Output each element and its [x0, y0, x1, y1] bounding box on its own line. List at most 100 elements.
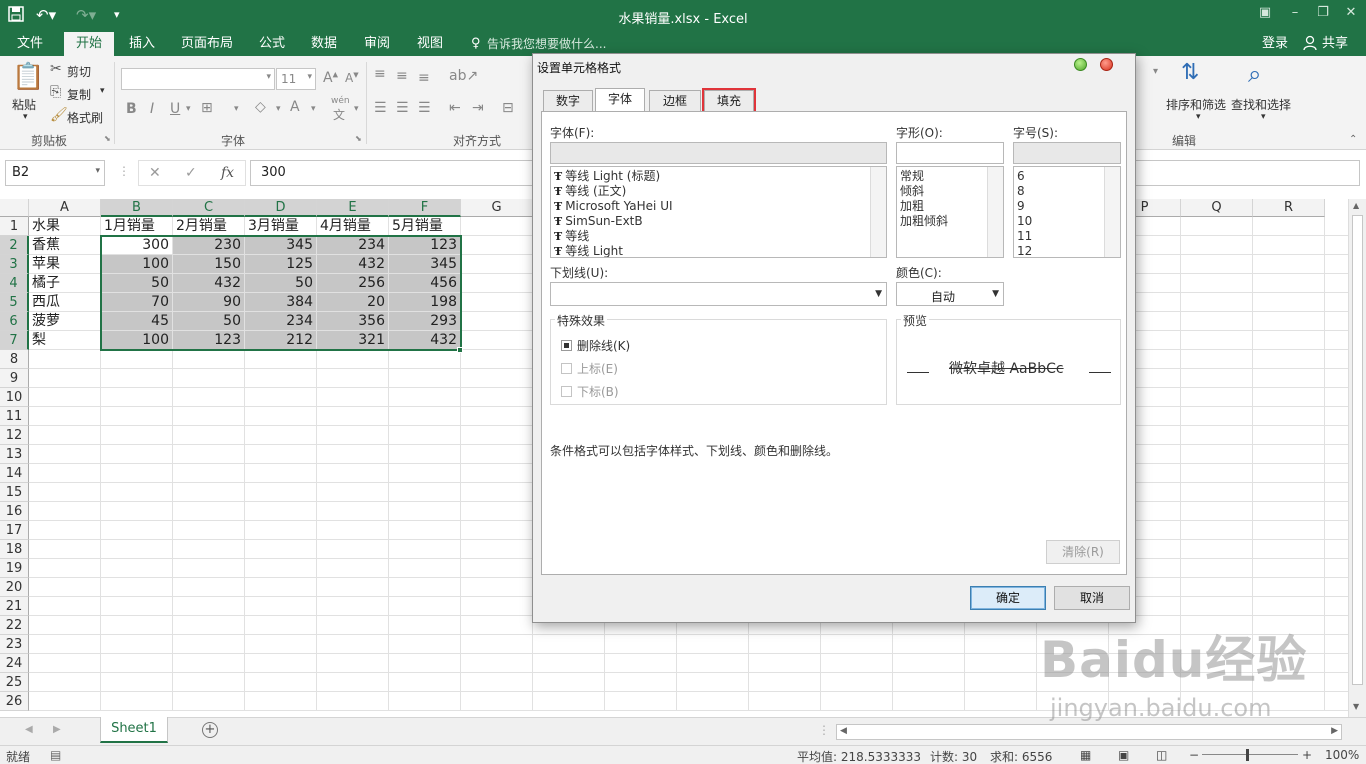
- empty-cell[interactable]: [1181, 578, 1253, 597]
- empty-cell[interactable]: [1253, 331, 1325, 350]
- row-header[interactable]: 21: [0, 597, 29, 616]
- font-list-item[interactable]: Ŧ 等线 Light: [551, 244, 886, 257]
- empty-cell[interactable]: [461, 350, 533, 369]
- align-top-icon[interactable]: ≡: [374, 66, 386, 82]
- empty-cell[interactable]: [461, 407, 533, 426]
- sales-cell[interactable]: 20: [317, 293, 389, 312]
- row-header[interactable]: 15: [0, 483, 29, 502]
- empty-cell[interactable]: [461, 654, 533, 673]
- superscript-checkbox[interactable]: [561, 363, 572, 374]
- align-right-icon[interactable]: ☰: [418, 100, 431, 116]
- empty-cell[interactable]: [173, 692, 245, 711]
- superscript-label[interactable]: 上标(E): [577, 360, 618, 377]
- empty-cell[interactable]: [101, 369, 173, 388]
- sales-cell[interactable]: 70: [101, 293, 173, 312]
- empty-cell[interactable]: [245, 464, 317, 483]
- copy-button[interactable]: 复制: [67, 86, 91, 103]
- style-list-scrollbar[interactable]: [987, 167, 1003, 257]
- empty-cell[interactable]: [461, 331, 533, 350]
- tab-file[interactable]: 文件: [17, 35, 43, 53]
- empty-cell[interactable]: [101, 616, 173, 635]
- row-header[interactable]: 16: [0, 502, 29, 521]
- empty-cell[interactable]: [389, 578, 461, 597]
- orientation-icon[interactable]: ab↗: [449, 68, 478, 84]
- find-select-button[interactable]: 查找和选择: [1231, 96, 1291, 113]
- insert-function-icon[interactable]: fx: [221, 165, 234, 181]
- vertical-scrollbar[interactable]: ▲ ▼: [1348, 199, 1366, 717]
- row-header[interactable]: 10: [0, 388, 29, 407]
- empty-cell[interactable]: [461, 255, 533, 274]
- tab-number[interactable]: 数字: [543, 90, 593, 112]
- row-header[interactable]: 8: [0, 350, 29, 369]
- empty-cell[interactable]: [965, 654, 1037, 673]
- sales-cell[interactable]: 198: [389, 293, 461, 312]
- copy-icon[interactable]: ⎘: [50, 84, 61, 100]
- page-break-view-icon[interactable]: ◫: [1156, 748, 1167, 762]
- empty-cell[interactable]: [1253, 483, 1325, 502]
- row-header[interactable]: 6: [0, 312, 29, 331]
- empty-cell[interactable]: [29, 426, 101, 445]
- share-button[interactable]: 共享: [1322, 35, 1348, 53]
- empty-cell[interactable]: [101, 502, 173, 521]
- empty-cell[interactable]: [1325, 578, 1348, 597]
- empty-cell[interactable]: [389, 692, 461, 711]
- empty-cell[interactable]: [29, 673, 101, 692]
- empty-cell[interactable]: [893, 692, 965, 711]
- fill-handle[interactable]: [457, 347, 463, 353]
- empty-cell[interactable]: [245, 597, 317, 616]
- sales-cell[interactable]: 432: [389, 331, 461, 350]
- row-header[interactable]: 20: [0, 578, 29, 597]
- zoom-slider-thumb[interactable]: [1246, 749, 1249, 761]
- empty-cell[interactable]: [317, 388, 389, 407]
- empty-cell[interactable]: [1181, 236, 1253, 255]
- empty-cell[interactable]: [29, 464, 101, 483]
- empty-cell[interactable]: [389, 521, 461, 540]
- empty-cell[interactable]: [605, 692, 677, 711]
- empty-cell[interactable]: [101, 483, 173, 502]
- empty-cell[interactable]: [461, 578, 533, 597]
- font-list-item[interactable]: Ŧ Microsoft YaHei UI: [551, 199, 886, 214]
- empty-cell[interactable]: [1253, 578, 1325, 597]
- header-cell[interactable]: 1月销量: [101, 217, 173, 236]
- empty-cell[interactable]: [1181, 293, 1253, 312]
- empty-cell[interactable]: [101, 540, 173, 559]
- empty-cell[interactable]: [965, 692, 1037, 711]
- tab-font[interactable]: 字体: [595, 88, 645, 111]
- tab-fill[interactable]: 填充: [702, 88, 756, 114]
- fruit-name-cell[interactable]: 西瓜: [29, 293, 101, 312]
- empty-cell[interactable]: [245, 350, 317, 369]
- empty-cell[interactable]: [245, 407, 317, 426]
- empty-cell[interactable]: [893, 654, 965, 673]
- scroll-up-icon[interactable]: ▲: [1353, 201, 1359, 210]
- empty-cell[interactable]: [245, 502, 317, 521]
- empty-cell[interactable]: [173, 350, 245, 369]
- sales-cell[interactable]: 230: [173, 236, 245, 255]
- find-dropdown-icon[interactable]: ▾: [1261, 112, 1266, 122]
- empty-cell[interactable]: [173, 464, 245, 483]
- sales-cell[interactable]: 50: [173, 312, 245, 331]
- empty-cell[interactable]: [1253, 597, 1325, 616]
- tell-me-search[interactable]: 告诉我您想要做什么...: [487, 35, 606, 53]
- empty-cell[interactable]: [533, 635, 605, 654]
- empty-cell[interactable]: [1253, 312, 1325, 331]
- empty-cell[interactable]: [1181, 464, 1253, 483]
- shrink-font-icon[interactable]: A▼: [345, 71, 359, 85]
- next-sheet-icon[interactable]: ▶: [53, 724, 61, 735]
- empty-cell[interactable]: [389, 673, 461, 692]
- column-header[interactable]: Q: [1181, 199, 1253, 217]
- collapse-ribbon-icon[interactable]: ⌃: [1349, 134, 1357, 145]
- empty-cell[interactable]: [317, 407, 389, 426]
- empty-cell[interactable]: [605, 635, 677, 654]
- tab-home[interactable]: 开始: [64, 32, 115, 56]
- empty-cell[interactable]: [1181, 255, 1253, 274]
- empty-cell[interactable]: [749, 692, 821, 711]
- sort-filter-icon[interactable]: ⇅: [1181, 60, 1199, 85]
- empty-cell[interactable]: [29, 388, 101, 407]
- tab-insert[interactable]: 插入: [129, 35, 155, 53]
- empty-cell[interactable]: [461, 236, 533, 255]
- column-header[interactable]: E: [317, 199, 389, 217]
- font-style-list[interactable]: 常规 倾斜 加粗 加粗倾斜: [896, 166, 1004, 258]
- row-header[interactable]: 7: [0, 331, 29, 350]
- empty-cell[interactable]: [173, 502, 245, 521]
- sales-cell[interactable]: 123: [389, 236, 461, 255]
